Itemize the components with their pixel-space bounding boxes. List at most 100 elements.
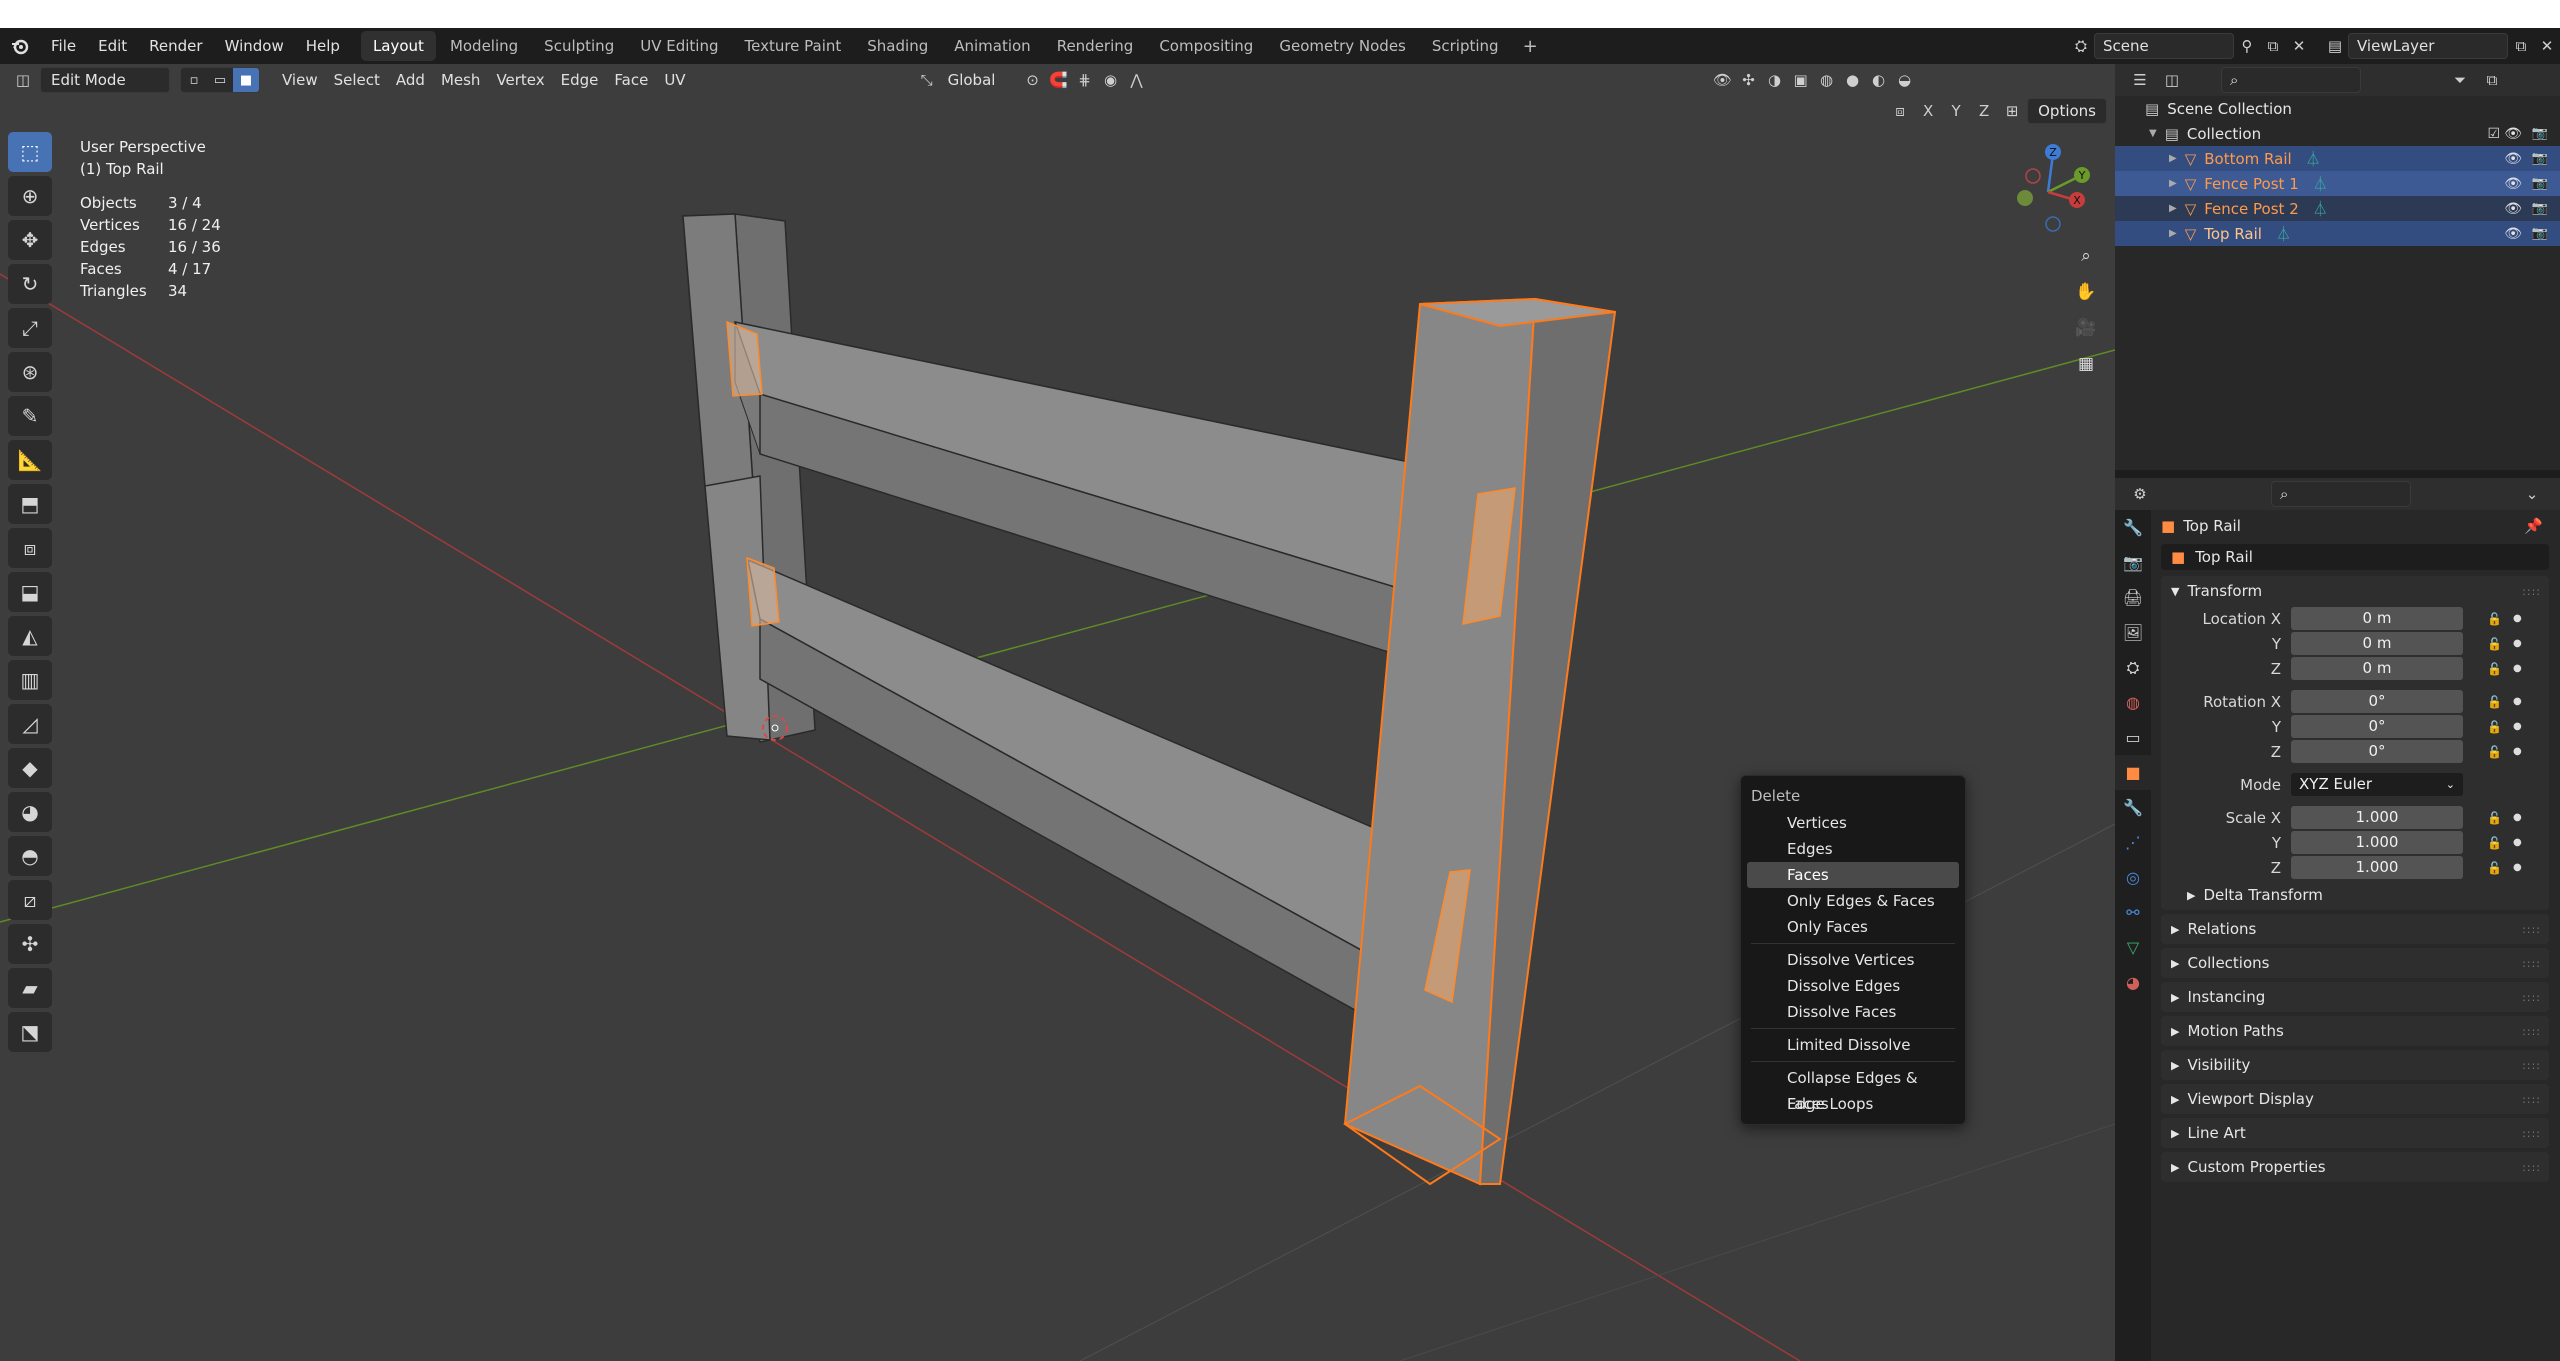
scale-z-input[interactable]: 1.000 <box>2291 856 2463 879</box>
display-mode-icon[interactable]: ◫ <box>2159 67 2185 93</box>
collection-row[interactable]: ▼ ▤ Collection ☑ 👁 📷 <box>2115 121 2560 146</box>
properties-editor-icon[interactable]: ⚙ <box>2127 481 2153 507</box>
drag-handle-icon[interactable]: :::: <box>2522 957 2541 970</box>
particles-tab-icon[interactable]: ⋰ <box>2115 825 2151 860</box>
scale-tool-icon[interactable]: ⤢ <box>8 308 52 348</box>
scene-collection-row[interactable]: ▤ Scene Collection <box>2115 96 2560 121</box>
view-layer-field[interactable]: ViewLayer <box>2348 33 2508 59</box>
annotate-tool-icon[interactable]: ✎ <box>8 396 52 436</box>
visibility-icon[interactable]: 👁 <box>1710 67 1736 93</box>
properties-search-input[interactable]: ⌕ <box>2271 481 2411 507</box>
keyframe-dot-icon[interactable]: ● <box>2513 613 2522 624</box>
expand-arrow-icon[interactable]: ▶ <box>2169 203 2177 214</box>
rotation-mode-dropdown[interactable]: XYZ Euler ⌄ <box>2291 773 2463 796</box>
tab-layout[interactable]: Layout <box>360 31 436 61</box>
drag-handle-icon[interactable]: :::: <box>2522 1059 2541 1072</box>
dissolve-edges[interactable]: Dissolve Edges <box>1747 973 1959 999</box>
delta-transform-header[interactable]: ▶ Delta Transform <box>2161 880 2549 910</box>
delete-only-faces[interactable]: Only Faces <box>1747 914 1959 940</box>
overlay-toggle-icon[interactable]: ◑ <box>1762 67 1788 93</box>
mirror-x-toggle[interactable]: X <box>1915 98 1941 124</box>
expand-arrow-icon[interactable]: ▶ <box>2169 228 2177 239</box>
object-name-field[interactable]: ■ Top Rail <box>2161 544 2549 570</box>
extrude-tool-icon[interactable]: ⧈ <box>8 528 52 568</box>
lock-icon[interactable]: 🔓 <box>2487 811 2502 825</box>
menu-view[interactable]: View <box>274 67 326 93</box>
tab-scripting[interactable]: Scripting <box>1420 31 1511 61</box>
drag-handle-icon[interactable]: :::: <box>2522 923 2541 936</box>
delete-vertices[interactable]: Vertices <box>1747 810 1959 836</box>
modifier-tab-icon[interactable]: 🔧 <box>2115 790 2151 825</box>
keyframe-dot-icon[interactable]: ● <box>2513 812 2522 823</box>
wireframe-shading-icon[interactable]: ◍ <box>1814 67 1840 93</box>
poly-build-tool-icon[interactable]: ◆ <box>8 748 52 788</box>
lock-icon[interactable]: 🔓 <box>2487 861 2502 875</box>
menu-add[interactable]: Add <box>388 67 433 93</box>
drag-handle-icon[interactable]: :::: <box>2522 991 2541 1004</box>
camera-icon[interactable]: 📷 <box>2532 201 2548 216</box>
tab-texture-paint[interactable]: Texture Paint <box>732 31 853 61</box>
menu-edit[interactable]: Edit <box>87 37 138 55</box>
material-tab-icon[interactable]: ◕ <box>2115 965 2151 1000</box>
mirror-y-toggle[interactable]: Y <box>1943 98 1969 124</box>
limited-dissolve[interactable]: Limited Dissolve <box>1747 1032 1959 1058</box>
rotate-tool-icon[interactable]: ↻ <box>8 264 52 304</box>
keyframe-dot-icon[interactable]: ● <box>2513 638 2522 649</box>
drag-handle-icon[interactable]: :::: <box>2522 1127 2541 1140</box>
collapse-edges-faces[interactable]: Collapse Edges & Faces <box>1747 1065 1959 1113</box>
outliner-item-fence-post-2[interactable]: ▶ ▽ Fence Post 2 ⏃ 👁 📷 <box>2115 196 2560 221</box>
lock-icon[interactable]: 🔓 <box>2487 637 2502 651</box>
chevron-down-icon[interactable]: ⌄ <box>2519 481 2545 507</box>
rotation-z-input[interactable]: 0° <box>2291 740 2463 763</box>
add-workspace-button[interactable]: + <box>1513 36 1548 57</box>
eye-icon[interactable]: 👁 <box>2504 151 2522 167</box>
eye-icon[interactable]: 👁 <box>2504 126 2522 142</box>
3d-viewport[interactable]: ◫ Edit Mode ▫ ▭ ■ View Select Add Mesh V… <box>0 64 2115 1361</box>
dissolve-faces[interactable]: Dissolve Faces <box>1747 999 1959 1025</box>
menu-face[interactable]: Face <box>606 67 656 93</box>
shrink-fatten-tool-icon[interactable]: ✣ <box>8 924 52 964</box>
move-tool-icon[interactable]: ✥ <box>8 220 52 260</box>
camera-icon[interactable]: 📷 <box>2532 176 2548 191</box>
menu-mesh[interactable]: Mesh <box>433 67 489 93</box>
inset-tool-icon[interactable]: ⬓ <box>8 572 52 612</box>
lock-icon[interactable]: 🔓 <box>2487 720 2502 734</box>
solid-shading-icon[interactable]: ● <box>1840 67 1866 93</box>
pivot-icon[interactable]: ⊙ <box>1020 67 1046 93</box>
rip-region-tool-icon[interactable]: ⬔ <box>8 1012 52 1052</box>
drag-handle-icon[interactable]: :::: <box>2522 1161 2541 1174</box>
viewport-display-panel[interactable]: ▶ Viewport Display:::: <box>2161 1084 2549 1114</box>
select-box-tool-icon[interactable]: ⬚ <box>8 132 52 172</box>
transform-orientation-icon[interactable]: ⤡ <box>914 67 940 93</box>
tool-tab-icon[interactable]: 🔧 <box>2115 510 2151 545</box>
checkbox-icon[interactable]: ☑ <box>2487 126 2500 142</box>
keyframe-dot-icon[interactable]: ● <box>2513 862 2522 873</box>
new-scene-icon[interactable]: ⧉ <box>2260 33 2286 59</box>
tab-shading[interactable]: Shading <box>855 31 940 61</box>
blender-logo-icon[interactable] <box>0 28 40 64</box>
new-collection-icon[interactable]: ⧉ <box>2479 67 2505 93</box>
perspective-toggle-icon[interactable]: ▦ <box>2070 348 2102 380</box>
outliner-search-input[interactable]: ⌕ <box>2221 67 2361 93</box>
view-layer-tab-icon[interactable]: 🖼 <box>2115 615 2151 650</box>
gizmo-toggle-icon[interactable]: ✣ <box>1736 67 1762 93</box>
outliner-item-bottom-rail[interactable]: ▶ ▽ Bottom Rail ⏃ 👁 📷 <box>2115 146 2560 171</box>
instancing-panel[interactable]: ▶ Instancing:::: <box>2161 982 2549 1012</box>
snap-icon[interactable]: 🧲 <box>1046 67 1072 93</box>
tab-modeling[interactable]: Modeling <box>438 31 530 61</box>
knife-tool-icon[interactable]: ◿ <box>8 704 52 744</box>
transform-panel-header[interactable]: ▼ Transform :::: <box>2161 576 2549 606</box>
output-tab-icon[interactable]: 🖨 <box>2115 580 2151 615</box>
tab-compositing[interactable]: Compositing <box>1147 31 1265 61</box>
material-shading-icon[interactable]: ◐ <box>1866 67 1892 93</box>
pin-icon[interactable]: ⚲ <box>2234 33 2260 59</box>
vertex-select-icon[interactable]: ▫ <box>181 68 207 92</box>
collections-panel[interactable]: ▶ Collections:::: <box>2161 948 2549 978</box>
visibility-panel[interactable]: ▶ Visibility:::: <box>2161 1050 2549 1080</box>
auto-merge-icon[interactable]: ⊞ <box>1999 98 2025 124</box>
keyframe-dot-icon[interactable]: ● <box>2513 663 2522 674</box>
rotation-y-input[interactable]: 0° <box>2291 715 2463 738</box>
tab-rendering[interactable]: Rendering <box>1045 31 1146 61</box>
keyframe-dot-icon[interactable]: ● <box>2513 837 2522 848</box>
collection-tab-icon[interactable]: ▭ <box>2115 720 2151 755</box>
